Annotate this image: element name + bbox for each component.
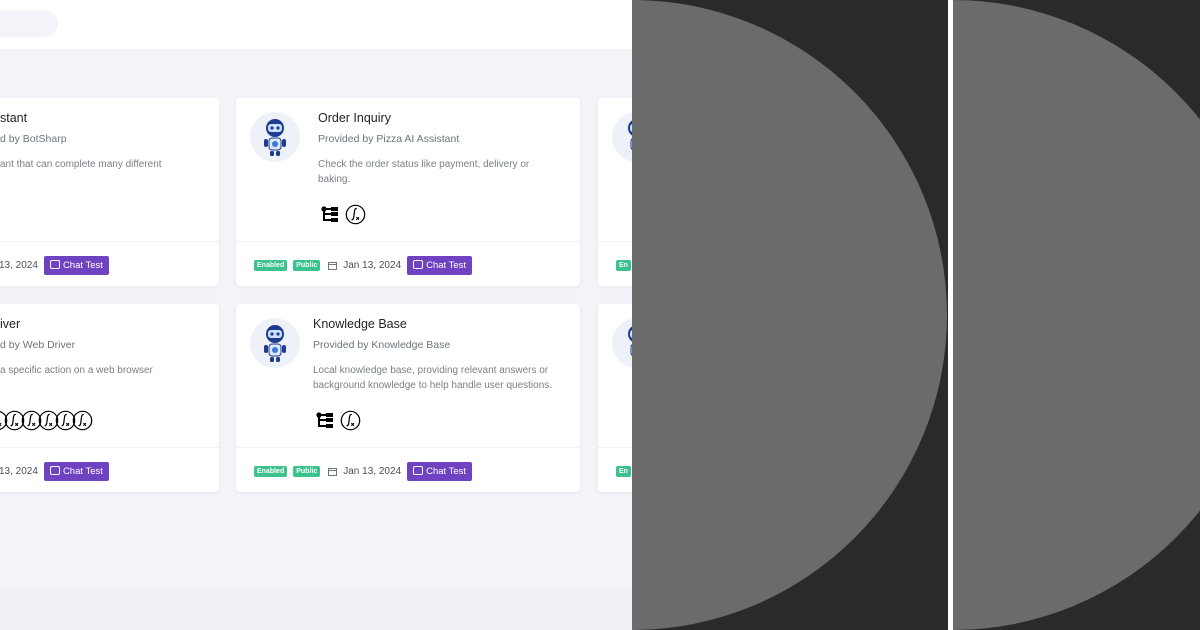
chat-bubble-icon (49, 259, 60, 269)
card-divider (0, 447, 219, 448)
calendar-icon (328, 467, 338, 476)
dark-panel-left (632, 0, 948, 630)
chat-bubble-icon (413, 465, 424, 475)
half-circle-shape (632, 0, 947, 630)
card-footer: Enabled Public Jan 13, 2024 Chat Test (254, 255, 473, 275)
agent-card: En (598, 98, 632, 286)
tree-structure-icon[interactable] (315, 410, 336, 431)
page-footer (0, 587, 632, 630)
agent-card: stant d by BotSharp ant that can complet… (0, 98, 219, 286)
chat-bubble-icon (413, 259, 424, 269)
card-date: 13, 2024 (0, 465, 38, 477)
card-footer: En (616, 255, 632, 275)
function-icons-row (320, 204, 366, 225)
status-badge: En (616, 259, 631, 271)
card-title[interactable]: Order Inquiry (318, 111, 391, 125)
card-description: ant that can complete many different (0, 159, 162, 170)
chat-test-button[interactable]: Chat Test (407, 255, 473, 275)
visibility-badge: Public (293, 465, 321, 477)
half-circle-shape (953, 0, 1200, 630)
chat-test-label: Chat Test (62, 465, 103, 477)
agent-card: En (598, 304, 632, 492)
chat-bubble-icon (49, 465, 60, 475)
agent-card: Order Inquiry Provided by Pizza AI Assis… (236, 98, 580, 286)
card-footer: 13, 2024 Chat Test (0, 255, 109, 275)
card-divider (598, 447, 632, 448)
card-title[interactable]: Knowledge Base (313, 317, 407, 331)
dark-panel-right (953, 0, 1200, 630)
agent-card: Knowledge Base Provided by Knowledge Bas… (236, 304, 580, 492)
agent-card: iver d by Web Driver a specific action o… (0, 304, 219, 492)
chat-test-label: Chat Test (426, 259, 467, 271)
visibility-badge: Public (293, 259, 321, 271)
search-bar[interactable] (0, 10, 58, 37)
function-icons-row (315, 410, 361, 431)
tree-structure-icon[interactable] (320, 204, 341, 225)
function-icon[interactable] (345, 204, 366, 225)
top-bar (0, 0, 632, 49)
card-description: Local knowledge base, providing relevant… (313, 365, 553, 391)
app-window: stant d by BotSharp ant that can complet… (0, 0, 632, 630)
function-icons-row (0, 410, 93, 431)
robot-icon (250, 112, 300, 162)
chat-test-button[interactable]: Chat Test (43, 255, 109, 275)
card-divider (0, 241, 219, 242)
robot-icon (250, 318, 300, 368)
card-date: Jan 13, 2024 (343, 259, 402, 271)
chat-test-label: Chat Test (426, 465, 467, 477)
status-badge: Enabled (254, 259, 288, 271)
card-footer: 13, 2024 Chat Test (0, 461, 109, 481)
robot-icon (612, 112, 632, 162)
calendar-icon (328, 261, 338, 270)
card-provider: Provided by Pizza AI Assistant (318, 133, 460, 145)
card-description: a specific action on a web browser (0, 365, 153, 376)
card-provider: Provided by Knowledge Base (313, 339, 451, 351)
card-divider (598, 241, 632, 242)
card-divider (236, 241, 580, 242)
card-provider: d by BotSharp (0, 133, 67, 145)
card-footer: Enabled Public Jan 13, 2024 Chat Test (254, 461, 473, 481)
card-date: Jan 13, 2024 (343, 465, 402, 477)
card-provider: d by Web Driver (0, 339, 76, 351)
card-date: 13, 2024 (0, 259, 38, 271)
function-icon[interactable] (72, 410, 93, 431)
card-divider (236, 447, 580, 448)
robot-icon (612, 318, 632, 368)
chat-test-label: Chat Test (62, 259, 103, 271)
card-footer: En (616, 461, 632, 481)
status-badge: En (616, 465, 631, 477)
chat-test-button[interactable]: Chat Test (407, 461, 473, 481)
chat-test-button[interactable]: Chat Test (43, 461, 109, 481)
card-description: Check the order status like payment, del… (318, 159, 530, 185)
card-title[interactable]: iver (0, 317, 20, 331)
status-badge: Enabled (254, 465, 288, 477)
function-icon[interactable] (340, 410, 361, 431)
card-title[interactable]: stant (0, 111, 27, 125)
